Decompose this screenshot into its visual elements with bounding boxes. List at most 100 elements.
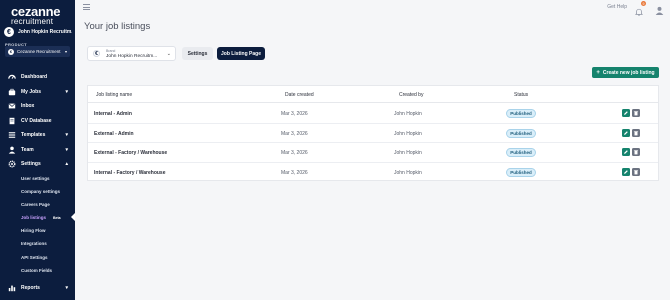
nav-inbox[interactable]: Inbox: [0, 100, 75, 112]
database-icon: [8, 117, 16, 125]
nav-settings[interactable]: Settings ▴: [0, 158, 75, 170]
header-status: Status: [514, 92, 529, 98]
trash-icon: [633, 169, 639, 174]
page-title: Your job listings: [84, 21, 151, 32]
listing-created-by: John Hopkin: [394, 169, 422, 176]
templates-icon: [8, 131, 16, 139]
table-row[interactable]: Internal - Admin Mar 3, 2026 John Hopkin…: [88, 104, 658, 124]
company-switcher[interactable]: € John Hopkin Recruitm...: [4, 26, 74, 38]
edit-button[interactable]: [622, 148, 630, 156]
edit-icon: [624, 169, 628, 174]
beta-badge: Beta: [53, 216, 61, 220]
delete-button[interactable]: [632, 148, 640, 156]
settings-sub-api-settings[interactable]: API Settings: [21, 255, 48, 260]
nav-templates-label: Templates: [21, 132, 46, 138]
trash-icon: [633, 130, 639, 135]
job-listings-table: Job listing name Date created Created by…: [87, 85, 659, 181]
status-badge: Published: [506, 109, 536, 118]
edit-button[interactable]: [622, 128, 630, 137]
tab-job-listing-page[interactable]: Job Listing Page: [217, 47, 265, 60]
nav-team-label: Team: [21, 147, 34, 153]
brand-icon: €: [93, 50, 100, 57]
briefcase-icon: [8, 88, 16, 96]
settings-sub-careers-page[interactable]: Careers Page: [21, 202, 50, 207]
delete-button[interactable]: [632, 128, 640, 137]
delete-button[interactable]: [632, 167, 640, 176]
header-name: Job listing name: [96, 92, 133, 98]
nav-my-jobs[interactable]: My Jobs ▾: [0, 86, 75, 98]
get-help-link[interactable]: Get Help: [607, 4, 627, 10]
nav-dashboard-label: Dashboard: [21, 74, 48, 80]
edit-button[interactable]: [622, 109, 630, 117]
status-badge: Published: [506, 128, 536, 138]
envelope-icon: [8, 102, 16, 110]
status-badge: Published: [506, 167, 536, 177]
listing-date: Mar 3, 2026: [281, 130, 308, 137]
settings-sub-company-settings[interactable]: Company settings: [21, 189, 60, 194]
settings-sub-integrations[interactable]: Integrations: [21, 241, 47, 246]
listing-date: Mar 3, 2026: [281, 150, 308, 156]
settings-sub-job-listings[interactable]: Job listings Beta: [21, 215, 61, 220]
bar-chart-icon: [8, 284, 16, 292]
brand-select-label: Brand: [106, 49, 116, 53]
edit-icon: [624, 130, 628, 135]
nav-reports-label: Reports: [21, 285, 40, 291]
logo-subtitle: recruitment: [11, 17, 54, 26]
product-value: Cezanne Recruitment: [17, 49, 61, 54]
status-badge: Published: [506, 148, 536, 157]
notification-count-badge: 9: [641, 1, 646, 6]
header-created-by: Created by: [399, 92, 424, 98]
listing-created-by: John Hopkin: [394, 150, 422, 156]
chevron-down-icon: ▾: [65, 132, 68, 138]
listing-name[interactable]: Internal - Admin: [94, 111, 132, 117]
active-indicator: [71, 213, 75, 221]
table-row[interactable]: Internal - Factory / Warehouse Mar 3, 20…: [88, 163, 658, 183]
chevron-down-icon: ▾: [65, 285, 68, 291]
edit-button[interactable]: [622, 167, 630, 176]
nav-reports[interactable]: Reports ▾: [0, 282, 75, 294]
listing-name[interactable]: External - Factory / Warehouse: [94, 150, 167, 156]
chevron-down-icon: ▾: [65, 89, 68, 95]
nav-dashboard[interactable]: Dashboard: [0, 71, 75, 83]
chevron-down-icon: ⌄: [166, 51, 171, 57]
listing-name[interactable]: Internal - Factory / Warehouse: [94, 170, 166, 176]
table-header: Job listing name Date created Created by…: [88, 86, 658, 103]
nav-templates[interactable]: Templates ▾: [0, 129, 75, 141]
team-icon: [8, 146, 16, 154]
menu-icon[interactable]: [83, 4, 90, 10]
table-row[interactable]: External - Admin Mar 3, 2026 John Hopkin…: [88, 124, 658, 143]
edit-icon: [624, 111, 628, 115]
tab-settings[interactable]: Settings: [182, 47, 213, 60]
nav-inbox-label: Inbox: [21, 103, 35, 109]
listing-created-by: John Hopkin: [394, 130, 422, 137]
user-avatar-icon[interactable]: [655, 2, 664, 15]
settings-sub-user-settings[interactable]: User settings: [21, 176, 50, 181]
table-row[interactable]: External - Factory / Warehouse Mar 3, 20…: [88, 143, 658, 163]
chevron-up-icon: ▴: [65, 161, 68, 167]
plus-icon: +: [596, 69, 600, 76]
nav-cv-database[interactable]: CV Database: [0, 115, 75, 127]
chevron-down-icon: ▾: [65, 147, 68, 153]
nav-settings-label: Settings: [21, 161, 41, 167]
gear-icon: [8, 160, 16, 168]
nav-team[interactable]: Team ▾: [0, 144, 75, 156]
company-name: John Hopkin Recruitm...: [18, 29, 72, 35]
brand-select[interactable]: € Brand John Hopkin Recruitm... ⌄: [87, 46, 176, 61]
settings-sub-hiring-flow[interactable]: Hiring Flow: [21, 228, 46, 233]
header-date: Date created: [285, 92, 314, 98]
product-select[interactable]: € Cezanne Recruitment ▾: [5, 46, 70, 57]
listing-date: Mar 3, 2026: [281, 169, 308, 176]
nav-my-jobs-label: My Jobs: [21, 89, 42, 95]
dashboard-icon: [8, 73, 16, 81]
trash-icon: [633, 111, 639, 116]
settings-sub-custom-fields[interactable]: Custom Fields: [21, 268, 52, 273]
listing-name[interactable]: External - Admin: [94, 131, 134, 137]
edit-icon: [624, 150, 628, 154]
product-icon: €: [8, 48, 14, 55]
listing-created-by: John Hopkin: [394, 111, 422, 117]
cezanne-logo[interactable]: cezanne recruitment: [11, 5, 61, 26]
trash-icon: [633, 150, 639, 155]
create-job-listing-button[interactable]: + Create new job listing: [592, 67, 659, 78]
sidebar: cezanne recruitment € John Hopkin Recrui…: [0, 0, 75, 300]
delete-button[interactable]: [632, 109, 640, 117]
